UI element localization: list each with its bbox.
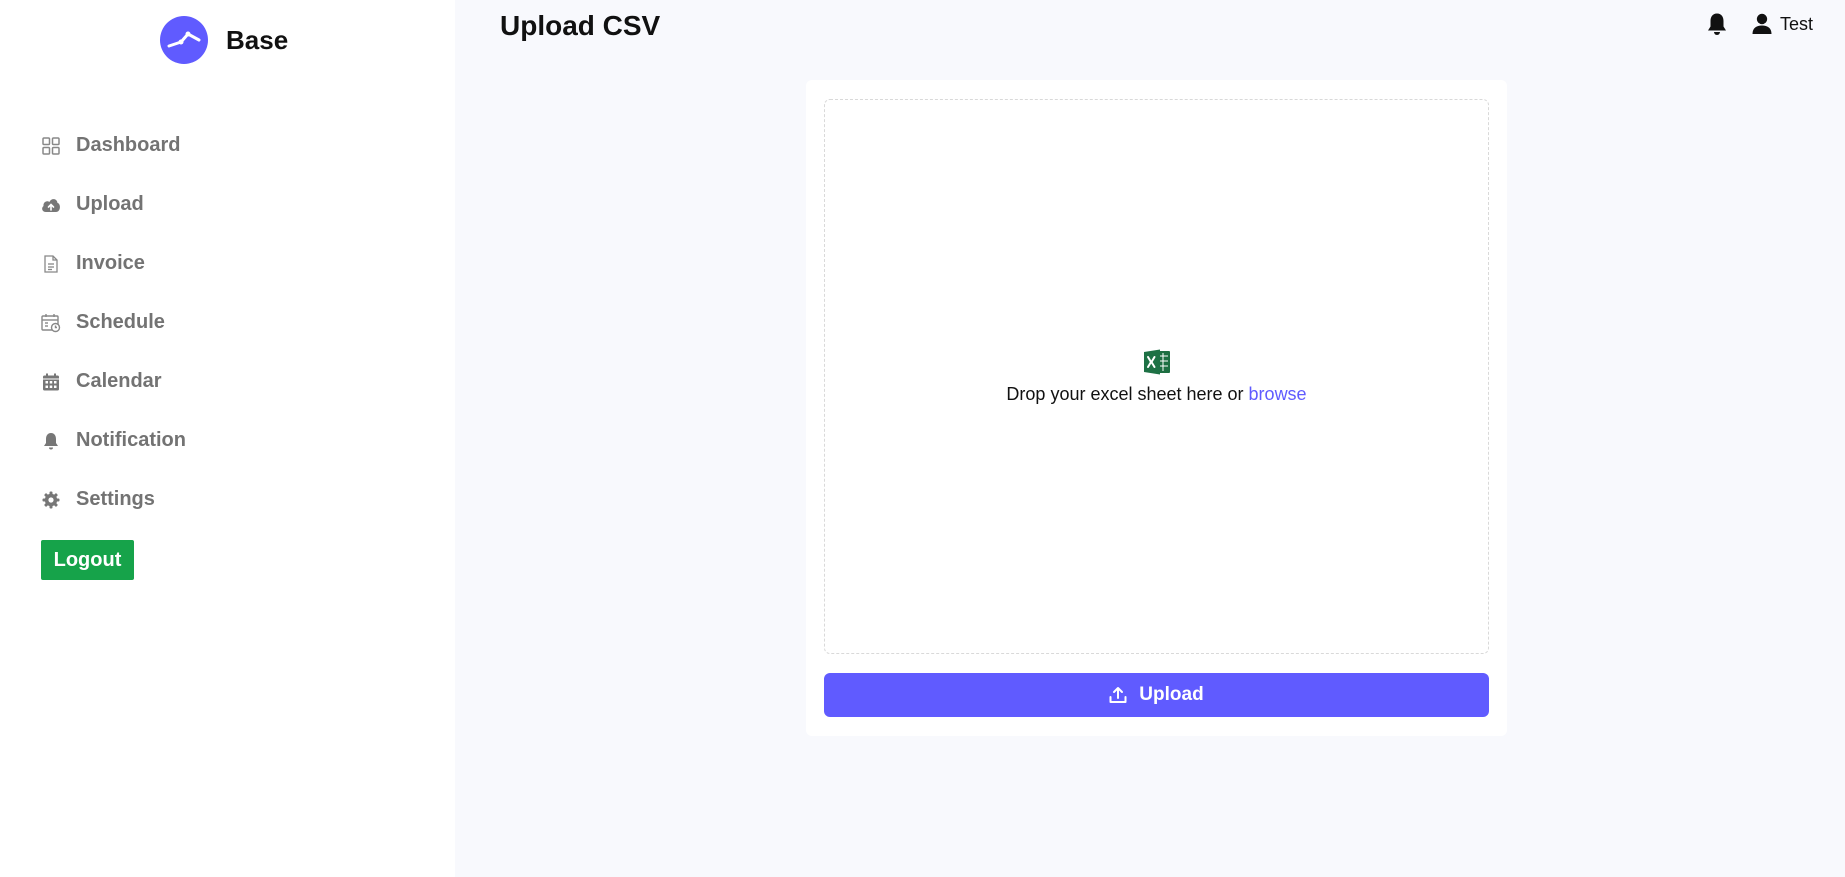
sidebar-item-label: Settings: [76, 488, 155, 510]
sidebar-item-label: Invoice: [76, 252, 145, 274]
upload-button-label: Upload: [1139, 684, 1204, 705]
bell-icon[interactable]: [1706, 12, 1728, 36]
upload-icon: [1109, 686, 1127, 704]
header-actions: Test: [1706, 12, 1813, 36]
upload-card: Drop your excel sheet here or browse Upl…: [806, 80, 1507, 736]
brand[interactable]: Base: [160, 16, 288, 64]
document-icon: [40, 253, 62, 275]
sidebar-item-upload[interactable]: Upload: [40, 175, 186, 234]
sidebar: Base Dashboard Upload Invoice Schedule C…: [0, 0, 455, 877]
user-icon: [1752, 13, 1772, 35]
schedule-icon: [40, 312, 62, 334]
sidebar-item-label: Upload: [76, 193, 144, 215]
calendar-icon: [40, 371, 62, 393]
dashboard-icon: [40, 135, 62, 157]
dropzone-text: Drop your excel sheet here or browse: [1006, 384, 1306, 405]
sidebar-item-settings[interactable]: Settings: [40, 470, 186, 529]
brand-logo-icon: [160, 16, 208, 64]
sidebar-item-label: Dashboard: [76, 134, 181, 156]
page-title: Upload CSV: [500, 10, 661, 41]
file-dropzone[interactable]: Drop your excel sheet here or browse: [824, 99, 1489, 654]
sidebar-item-schedule[interactable]: Schedule: [40, 293, 186, 352]
user-menu[interactable]: Test: [1752, 13, 1813, 35]
user-name: Test: [1779, 13, 1813, 34]
bell-icon: [40, 430, 62, 452]
sidebar-item-notification[interactable]: Notification: [40, 411, 186, 470]
sidebar-item-invoice[interactable]: Invoice: [40, 234, 186, 293]
sidebar-item-label: Notification: [76, 429, 186, 451]
upload-button[interactable]: Upload: [824, 673, 1489, 717]
sidebar-item-dashboard[interactable]: Dashboard: [40, 116, 186, 175]
cloud-upload-icon: [40, 194, 62, 216]
sidebar-nav: Dashboard Upload Invoice Schedule Calend…: [40, 116, 186, 529]
logout-button[interactable]: Logout: [41, 540, 134, 580]
sidebar-item-label: Schedule: [76, 311, 165, 333]
browse-link[interactable]: browse: [1249, 384, 1307, 404]
sidebar-item-calendar[interactable]: Calendar: [40, 352, 186, 411]
dropzone-instruction: Drop your excel sheet here or: [1006, 384, 1249, 404]
excel-icon: [1143, 348, 1171, 376]
gear-icon: [40, 489, 62, 511]
brand-name: Base: [226, 24, 289, 55]
sidebar-item-label: Calendar: [76, 370, 162, 392]
